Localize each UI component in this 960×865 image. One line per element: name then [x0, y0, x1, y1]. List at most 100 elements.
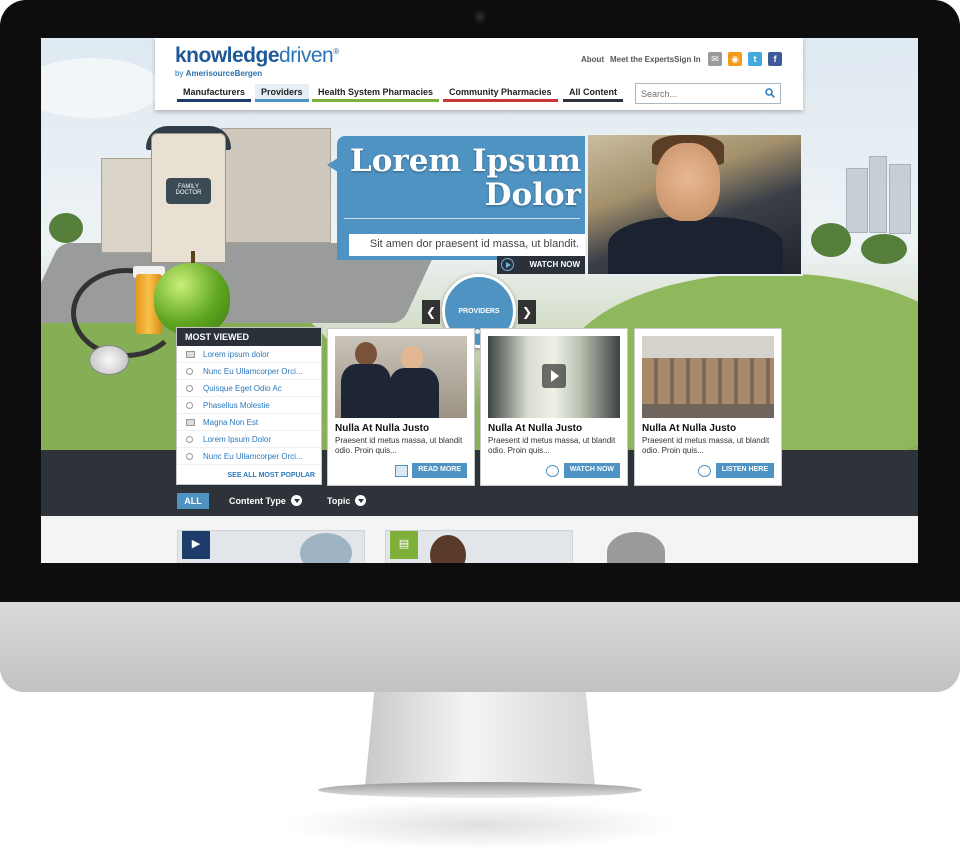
list-item-label: Magna Non Est — [203, 418, 259, 427]
search-icon[interactable] — [765, 88, 775, 98]
tree — [811, 223, 851, 257]
chevron-down-icon — [355, 495, 367, 506]
see-all-most-popular-link[interactable]: SEE ALL MOST POPULAR — [227, 472, 315, 479]
list-item[interactable]: Magna Non Est — [177, 414, 321, 431]
green-apple — [154, 263, 230, 335]
card-description: Praesent id metus massa, ut blandit odio… — [335, 436, 463, 455]
clinic-sign: FAMILY DOCTOR — [166, 178, 211, 204]
hero-photo[interactable] — [586, 133, 803, 276]
registered-mark: ® — [333, 47, 339, 56]
video-icon — [186, 402, 193, 409]
nav-providers[interactable]: Providers — [255, 84, 309, 102]
podcast-icon — [186, 453, 193, 460]
email-icon[interactable]: ✉ — [708, 52, 722, 66]
list-item-label: Nunc Eu Ullamcorper Orci... — [203, 367, 303, 376]
document-icon: ▤ — [390, 531, 418, 559]
meet-experts-link[interactable]: Meet the Experts — [610, 55, 674, 64]
photo-shirt — [608, 217, 783, 274]
chevron-down-icon — [290, 495, 302, 506]
card-description: Praesent id metus massa, ut blandit odio… — [642, 436, 770, 455]
content-card[interactable]: Nulla At Nulla Justo Praesent id metus m… — [327, 328, 475, 486]
document-icon — [186, 351, 195, 358]
list-item-label: Quisque Eget Odio Ac — [203, 384, 282, 393]
tree — [861, 234, 907, 264]
twitter-icon[interactable]: t — [748, 52, 762, 66]
filter-bar: ALL Content Type Topic — [41, 486, 918, 516]
card-description: Praesent id metus massa, ut blandit odio… — [488, 436, 616, 455]
list-item-label: Lorem ipsum dolor — [203, 350, 270, 359]
logo-sub-company: AmerisourceBergen — [185, 69, 263, 78]
content-card[interactable]: Nulla At Nulla Justo Praesent id metus m… — [634, 328, 782, 486]
monitor-chin — [0, 602, 960, 692]
skyscraper — [846, 168, 868, 233]
list-item[interactable]: Lorem ipsum dolor — [177, 346, 321, 363]
filter-content-type-label: Content Type — [229, 496, 286, 506]
screen: FAMILY DOCTOR knowledgedriven® by Ameris… — [41, 38, 918, 563]
list-item[interactable]: Phasellus Molestie — [177, 397, 321, 414]
list-item[interactable]: Quisque Eget Odio Ac — [177, 380, 321, 397]
watch-now-button[interactable]: WATCH NOW — [563, 463, 620, 478]
card-title: Nulla At Nulla Justo — [642, 423, 737, 434]
list-item-label: Nunc Eu Ullamcorper Orci... — [203, 452, 303, 461]
rss-icon[interactable]: ◉ — [728, 52, 742, 66]
hero-subtitle: Sit amen dor praesent id massa, ut bland… — [349, 234, 585, 256]
hero-divider — [344, 218, 580, 219]
content-card[interactable]: Nulla At Nulla Justo Praesent id metus m… — [480, 328, 628, 486]
most-viewed-panel: MOST VIEWED Lorem ipsum dolor Nunc Eu Ul… — [176, 327, 322, 485]
skyscraper — [869, 156, 887, 233]
monitor-stand — [365, 692, 595, 787]
filter-topic-label: Topic — [327, 496, 351, 506]
filter-content-type[interactable]: Content Type — [229, 495, 302, 506]
read-more-button[interactable]: READ MORE — [412, 463, 467, 478]
nav-health-system-pharmacies[interactable]: Health System Pharmacies — [312, 84, 440, 102]
list-item[interactable]: Nunc Eu Ullamcorper Orci... — [177, 363, 321, 380]
logo-sub-prefix: by — [175, 69, 186, 78]
building — [221, 128, 331, 243]
hero-title: Lorem Ipsum Dolor — [349, 143, 581, 213]
card-image — [335, 336, 467, 418]
logo-bold: knowledge — [175, 44, 280, 67]
monitor-foot — [318, 782, 642, 798]
search-input[interactable] — [636, 84, 756, 104]
video-icon — [186, 385, 193, 392]
nav-community-pharmacies[interactable]: Community Pharmacies — [443, 84, 558, 102]
hero-watch-now-button[interactable]: WATCH NOW — [497, 256, 585, 274]
content-tile[interactable]: ▤ — [385, 530, 573, 563]
about-link[interactable]: About — [581, 55, 604, 64]
podcast-icon — [698, 465, 711, 477]
providers-badge-label: PROVIDERS — [458, 308, 500, 315]
video-icon — [186, 436, 193, 443]
content-tile[interactable]: ▶ — [177, 530, 365, 563]
skyscraper — [889, 164, 911, 234]
photo-face — [656, 143, 720, 221]
card-title: Nulla At Nulla Justo — [488, 423, 583, 434]
nav-manufacturers[interactable]: Manufacturers — [177, 84, 252, 102]
stethoscope-bell — [89, 345, 129, 375]
listen-here-button[interactable]: LISTEN HERE — [715, 463, 774, 478]
hero-watch-label: WATCH NOW — [529, 260, 580, 269]
logo[interactable]: knowledgedriven® — [175, 44, 339, 68]
carousel-prev-button[interactable]: ❮ — [422, 300, 440, 324]
filter-all-button[interactable]: ALL — [177, 493, 209, 509]
list-item-label: Lorem Ipsum Dolor — [203, 435, 272, 444]
play-icon[interactable] — [542, 364, 566, 388]
search-box — [635, 83, 781, 104]
list-item-label: Phasellus Molestie — [203, 401, 270, 410]
cloud — [41, 58, 161, 118]
camera-icon — [474, 11, 486, 23]
list-item[interactable]: Lorem Ipsum Dolor — [177, 431, 321, 448]
nav-all-content[interactable]: All Content — [563, 84, 623, 102]
sign-in-link[interactable]: Sign In — [674, 55, 701, 64]
carousel-next-button[interactable]: ❯ — [518, 300, 536, 324]
card-image — [488, 336, 620, 418]
list-item[interactable]: Nunc Eu Ullamcorper Orci... — [177, 448, 321, 465]
content-tile[interactable] — [593, 530, 781, 563]
facebook-icon[interactable]: f — [768, 52, 782, 66]
most-viewed-title: MOST VIEWED — [177, 328, 321, 346]
site-header: knowledgedriven® by AmerisourceBergen Ab… — [155, 38, 803, 110]
play-icon — [501, 258, 514, 271]
video-icon — [546, 465, 559, 477]
card-title: Nulla At Nulla Justo — [335, 423, 430, 434]
filter-topic[interactable]: Topic — [327, 495, 367, 506]
document-icon — [186, 419, 195, 426]
